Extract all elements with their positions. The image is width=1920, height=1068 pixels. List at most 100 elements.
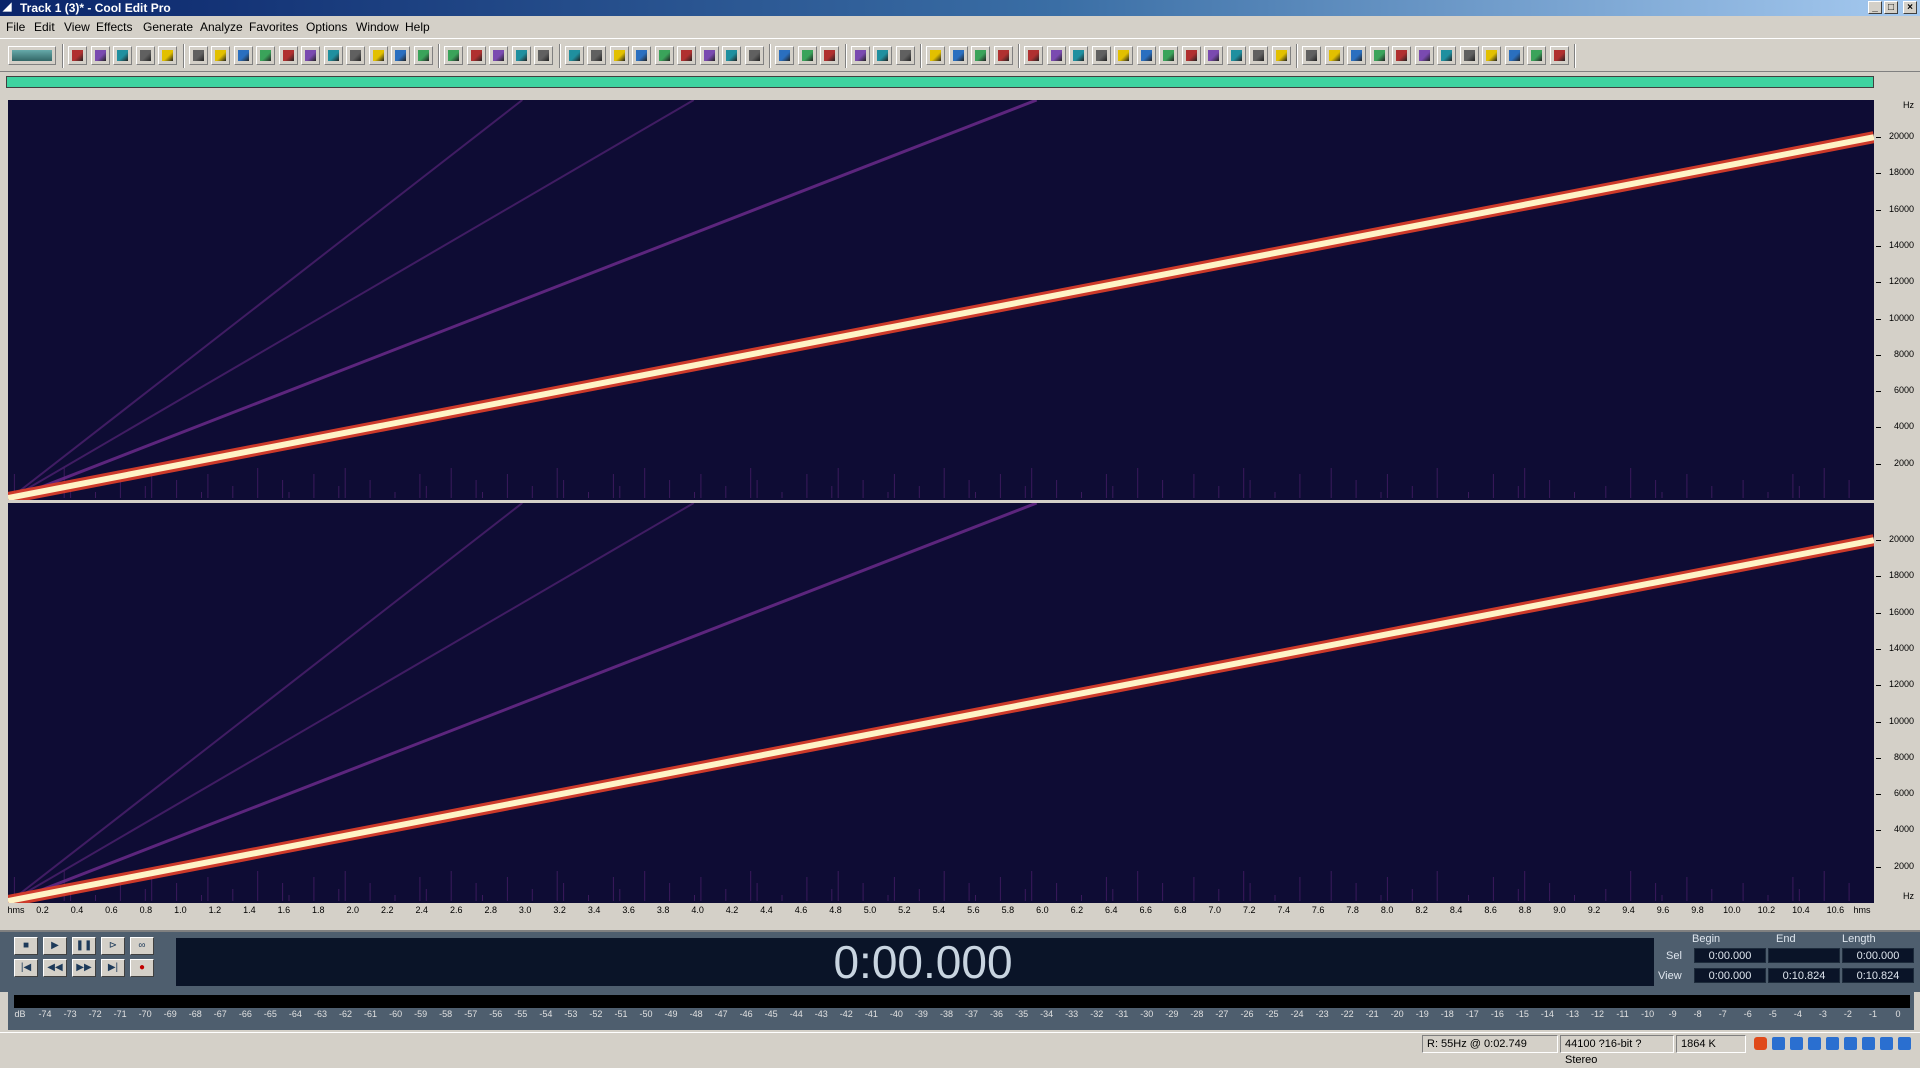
help-button[interactable] xyxy=(820,46,839,65)
menu-options[interactable]: Options xyxy=(306,20,347,34)
gear-button[interactable] xyxy=(1347,46,1366,65)
flanger-button[interactable] xyxy=(1114,46,1133,65)
grid-button[interactable] xyxy=(699,46,719,65)
sweep-button[interactable] xyxy=(1504,46,1524,65)
wave-button[interactable] xyxy=(1392,46,1411,65)
delete-button[interactable] xyxy=(391,46,410,65)
go-end-button[interactable]: ▶| xyxy=(101,959,125,977)
dynamics-button[interactable] xyxy=(1369,46,1389,65)
close-button[interactable]: × xyxy=(1903,1,1917,14)
keyboard-icon[interactable] xyxy=(1844,1037,1857,1050)
new-file-button[interactable] xyxy=(68,46,87,65)
menu-window[interactable]: Window xyxy=(356,20,399,34)
stretch-button[interactable] xyxy=(1159,46,1178,65)
snap-button[interactable] xyxy=(609,46,629,65)
noise-button[interactable] xyxy=(1226,46,1246,65)
stop-button[interactable]: ■ xyxy=(14,937,38,955)
echo-button[interactable] xyxy=(1069,46,1088,65)
mix-paste-button[interactable] xyxy=(346,46,365,65)
mark-button[interactable] xyxy=(654,46,674,65)
click-button[interactable] xyxy=(1271,46,1291,65)
copy-button[interactable] xyxy=(256,46,275,65)
sel-begin-field[interactable]: 0:00.000 xyxy=(1694,948,1766,963)
go-start-button[interactable]: |◀ xyxy=(14,959,38,977)
emoji-icon[interactable] xyxy=(1826,1037,1839,1050)
menu-generate[interactable]: Generate xyxy=(143,20,193,34)
stats-button[interactable] xyxy=(850,46,870,65)
pause-button[interactable]: ❚❚ xyxy=(72,937,96,955)
settings-button[interactable] xyxy=(775,46,794,65)
view-length-field[interactable]: 0:10.824 xyxy=(1842,968,1914,983)
loop-button[interactable]: ∞ xyxy=(130,937,154,955)
waveform-view-button[interactable] xyxy=(444,46,463,65)
close-file-button[interactable] xyxy=(158,46,177,65)
shirt-icon[interactable] xyxy=(1880,1037,1893,1050)
reverb-button[interactable] xyxy=(1091,46,1111,65)
menu-favorites[interactable]: Favorites xyxy=(249,20,298,34)
cue-list-button[interactable] xyxy=(564,46,584,65)
fade-button[interactable] xyxy=(993,46,1013,65)
save-button[interactable] xyxy=(113,46,132,65)
undo-button[interactable] xyxy=(188,46,208,65)
zoom-region-button[interactable] xyxy=(895,46,915,65)
timer-button[interactable] xyxy=(1324,46,1344,65)
info-button[interactable] xyxy=(722,46,741,65)
minimize-button[interactable]: _ xyxy=(1868,1,1882,14)
envelope-button[interactable] xyxy=(948,46,968,65)
multitrack-button[interactable] xyxy=(8,46,56,65)
normalize-button[interactable] xyxy=(971,46,990,65)
chorus-button[interactable] xyxy=(1024,46,1043,65)
spectrogram-right-channel[interactable] xyxy=(8,503,1874,903)
harmonic-button[interactable] xyxy=(1527,46,1546,65)
paste-new-button[interactable] xyxy=(323,46,343,65)
play-button[interactable] xyxy=(632,46,651,65)
analyze-button[interactable] xyxy=(1302,46,1321,65)
time-format-button[interactable] xyxy=(677,46,696,65)
skin-icon[interactable] xyxy=(1862,1037,1875,1050)
keyboard-button[interactable] xyxy=(797,46,817,65)
menu-file[interactable]: File xyxy=(6,20,25,34)
sel-length-field[interactable]: 0:00.000 xyxy=(1842,948,1914,963)
play-button[interactable]: ▶ xyxy=(43,937,67,955)
fast-forward-button[interactable]: ▶▶ xyxy=(72,959,96,977)
filter-button[interactable] xyxy=(1204,46,1223,65)
tone-button[interactable] xyxy=(1437,46,1456,65)
paste-button[interactable] xyxy=(301,46,320,65)
redo-button[interactable] xyxy=(211,46,230,65)
menu-edit[interactable]: Edit xyxy=(34,20,55,34)
find-button[interactable] xyxy=(873,46,892,65)
level-button[interactable] xyxy=(744,46,764,65)
trim-button[interactable] xyxy=(368,46,388,65)
view-end-field[interactable]: 0:10.824 xyxy=(1768,968,1840,983)
brainwave-button[interactable] xyxy=(1482,46,1501,65)
delay-button[interactable] xyxy=(1046,46,1066,65)
eq-button[interactable] xyxy=(1181,46,1201,65)
spectrogram-left-channel[interactable] xyxy=(8,100,1874,500)
tools-icon[interactable] xyxy=(1898,1037,1911,1050)
cut-button[interactable] xyxy=(278,46,298,65)
repeat-button[interactable] xyxy=(233,46,253,65)
dtmf-button[interactable] xyxy=(1459,46,1479,65)
sel-end-field[interactable] xyxy=(1768,948,1840,963)
record-button[interactable]: ● xyxy=(130,959,154,977)
menu-analyze[interactable]: Analyze xyxy=(200,20,243,34)
view-begin-field[interactable]: 0:00.000 xyxy=(1694,968,1766,983)
maximize-button[interactable]: □ xyxy=(1884,1,1898,14)
menu-view[interactable]: View xyxy=(64,20,90,34)
ime-sogou-icon[interactable] xyxy=(1754,1037,1767,1050)
hiss-button[interactable] xyxy=(1249,46,1268,65)
open-file-button[interactable] xyxy=(90,46,110,65)
zoom-in-button[interactable] xyxy=(489,46,508,65)
zoom-out-button[interactable] xyxy=(511,46,531,65)
rewind-button[interactable]: ◀◀ xyxy=(43,959,67,977)
moon-icon[interactable] xyxy=(1790,1037,1803,1050)
menu-effects[interactable]: Effects xyxy=(96,20,132,34)
zoom-full-button[interactable] xyxy=(534,46,553,65)
spectral-view-button[interactable] xyxy=(466,46,486,65)
play-to-end-button[interactable]: ⊳ xyxy=(101,937,125,955)
amplify-button[interactable] xyxy=(926,46,945,65)
save-as-button[interactable] xyxy=(135,46,155,65)
ime-chinese-icon[interactable] xyxy=(1772,1037,1785,1050)
waveform-overview-bar[interactable] xyxy=(6,76,1874,88)
silence-button[interactable] xyxy=(413,46,433,65)
